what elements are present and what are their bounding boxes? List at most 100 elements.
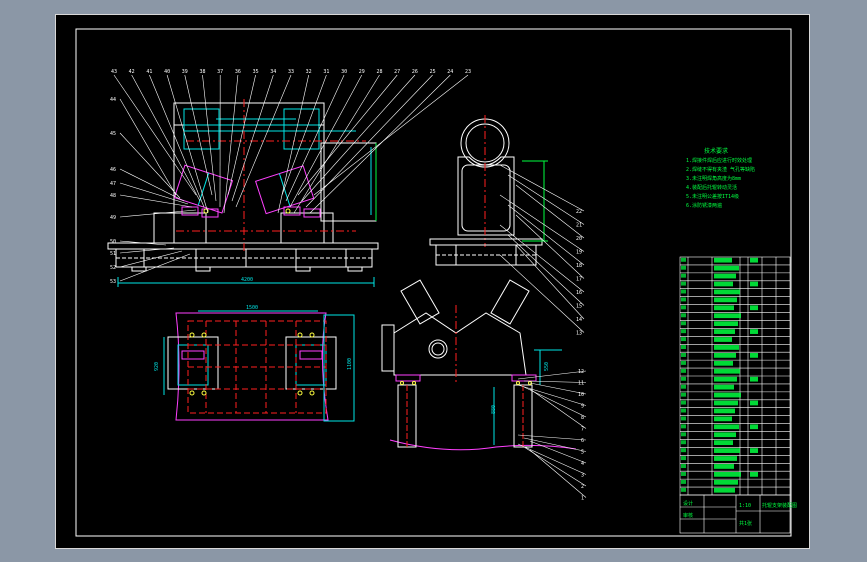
bom-text-block	[681, 345, 686, 350]
part-balloon: 24	[447, 69, 453, 75]
notes-title: 技术要求	[704, 147, 728, 155]
bom-text-block	[714, 384, 734, 390]
bom-text-block	[750, 352, 758, 358]
front-left-balloons: 44 45 46 47 48 49 50 51 52 53	[110, 97, 116, 285]
part-balloon: 45	[110, 131, 116, 137]
part-balloon: 14	[576, 317, 582, 323]
part-balloon: 39	[182, 69, 188, 75]
bom-text-block	[714, 376, 737, 382]
bom-text-block	[681, 368, 686, 373]
bom-text-block	[714, 257, 732, 263]
cad-drawing: 4200 43 42 41 40 39 38 37 36 35 34 33 32 31 30 29 28 27 2…	[75, 28, 797, 537]
bom-text-block	[714, 464, 734, 469]
bom-text-block	[714, 297, 737, 303]
plan-side-text: 1100	[347, 358, 353, 370]
part-balloon: 21	[576, 223, 582, 229]
note-line: 2.焊缝不得有夹渣 气孔等缺陷	[686, 166, 755, 173]
bom-text-block	[681, 448, 686, 453]
technical-notes: 技术要求 1.焊接件焊后应进行时效处理 2.焊缝不得有夹渣 气孔等缺陷 3.未注明焊…	[686, 147, 755, 209]
part-balloon: 48	[110, 193, 116, 199]
bom-text-block	[681, 400, 686, 405]
bom-text-block	[714, 400, 738, 406]
bom-text-block	[750, 329, 758, 334]
title-scale: 1:10	[739, 503, 751, 509]
part-balloon: 17	[576, 277, 582, 283]
screenshot-frame: 4200 43 42 41 40 39 38 37 36 35 34 33 32 31 30 29 28 27 2…	[0, 0, 867, 562]
bom-text-block	[714, 305, 734, 311]
part-balloon: 13	[576, 331, 582, 337]
part-balloon: 29	[359, 69, 365, 75]
drawing-sheet: 4200 43 42 41 40 39 38 37 36 35 34 33 32 31 30 29 28 27 2…	[55, 14, 810, 549]
note-line: 3.未注明焊角高度为8mm	[686, 175, 741, 182]
front-left-leaders	[119, 98, 197, 282]
bom-text-block	[681, 424, 686, 429]
bom-text-block	[714, 360, 733, 366]
part-balloon: 44	[110, 97, 116, 103]
end-post-text: 880	[491, 405, 497, 414]
part-balloon: 23	[465, 69, 471, 75]
part-balloon: 43	[111, 69, 117, 75]
part-balloon: 37	[217, 69, 223, 75]
part-balloon: 30	[341, 69, 347, 75]
part-balloon: 46	[110, 167, 116, 173]
bom-text-block	[681, 360, 686, 365]
part-balloon: 52	[110, 265, 116, 271]
side-right-balloons: 22 21 20 19 18 17 16 15 14 13	[576, 209, 582, 337]
bom-text-block	[681, 416, 686, 421]
title-designer: 设计	[683, 500, 693, 507]
title-block	[679, 494, 791, 534]
bom-text-block	[750, 471, 758, 477]
front-upper-frame	[173, 102, 325, 244]
bom-text-block	[714, 313, 741, 319]
part-balloon: 1	[581, 496, 584, 502]
part-balloon: 25	[430, 69, 436, 75]
part-balloon: 2	[581, 484, 584, 490]
bom-text-block	[750, 257, 758, 263]
note-line: 1.焊接件焊后应进行时效处理	[686, 157, 752, 164]
end-right-leaders	[517, 370, 587, 498]
side-right-leaders	[499, 164, 585, 333]
part-balloon: 12	[578, 369, 584, 375]
bom-text-block	[681, 456, 686, 461]
bom-text-block	[714, 273, 736, 279]
bom-text-block	[714, 456, 737, 461]
part-balloon: 19	[576, 250, 582, 256]
part-balloon: 32	[306, 69, 312, 75]
part-balloon: 8	[581, 415, 584, 421]
part-balloon: 10	[578, 392, 584, 398]
bom-text-block	[714, 352, 736, 358]
part-balloon: 47	[110, 181, 116, 187]
bom-text-block	[750, 281, 758, 287]
bom-text-block	[681, 487, 686, 492]
part-balloon: 31	[323, 69, 329, 75]
bom-cell-text	[681, 257, 758, 493]
bom-text-block	[714, 487, 735, 493]
bom-text-block	[750, 400, 758, 406]
side-view	[429, 115, 548, 266]
part-balloon: 6	[581, 438, 584, 444]
part-balloon: 3	[581, 473, 584, 479]
part-balloon: 7	[581, 427, 584, 433]
end-height-text: 550	[544, 362, 550, 371]
part-balloon: 27	[394, 69, 400, 75]
bom-text-block	[681, 329, 686, 334]
part-balloon: 20	[576, 236, 582, 242]
bom-text-block	[714, 329, 735, 334]
plan-view: 1500 920 1100	[154, 305, 355, 422]
bom-text-block	[681, 257, 686, 262]
part-balloon: 50	[110, 239, 116, 245]
bom-text-block	[714, 368, 740, 374]
bom-text-block	[681, 384, 686, 389]
part-balloon: 38	[199, 69, 205, 75]
bom-text-block	[714, 448, 740, 453]
part-balloon: 5	[581, 450, 584, 456]
bom-text-block	[714, 432, 736, 438]
bom-text-block	[681, 305, 686, 310]
bom-text-block	[714, 265, 739, 271]
bom-text-block	[681, 392, 686, 397]
part-balloon: 11	[578, 381, 584, 387]
bom-text-block	[681, 464, 686, 469]
bom-text-block	[681, 479, 686, 484]
bom-text-block	[714, 408, 735, 414]
bom-text-block	[681, 313, 686, 318]
